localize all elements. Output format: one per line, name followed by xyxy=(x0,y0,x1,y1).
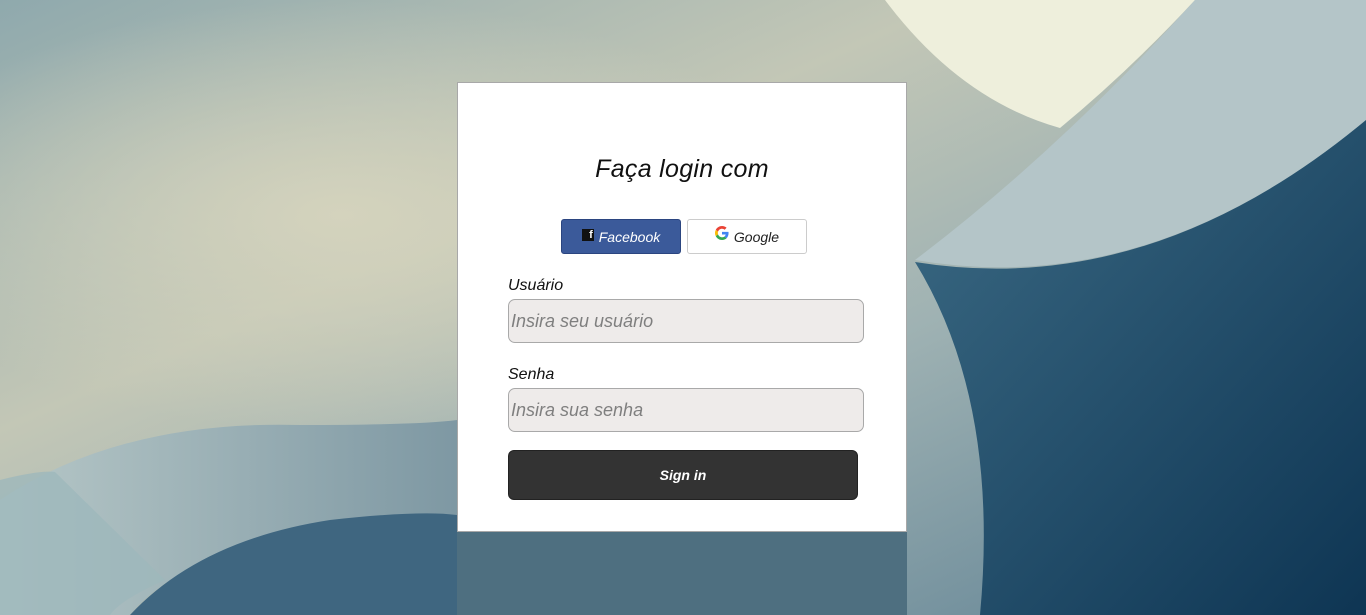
sign-in-button[interactable]: Sign in xyxy=(508,450,858,500)
google-login-button[interactable]: Google xyxy=(687,219,807,254)
username-label: Usuário xyxy=(508,277,564,294)
google-label: Google xyxy=(733,228,780,245)
google-icon xyxy=(714,226,729,243)
facebook-icon: f xyxy=(581,228,594,241)
username-input[interactable] xyxy=(508,299,864,343)
password-input[interactable] xyxy=(508,388,864,432)
social-login-row: f Facebook Google xyxy=(561,219,807,254)
login-title: Faça login com xyxy=(595,155,769,183)
facebook-label: Facebook xyxy=(598,228,661,245)
password-label: Senha xyxy=(508,366,555,383)
facebook-login-button[interactable]: f Facebook xyxy=(561,219,681,254)
login-card: Faça login com f Facebook Google Usuário… xyxy=(457,82,907,532)
